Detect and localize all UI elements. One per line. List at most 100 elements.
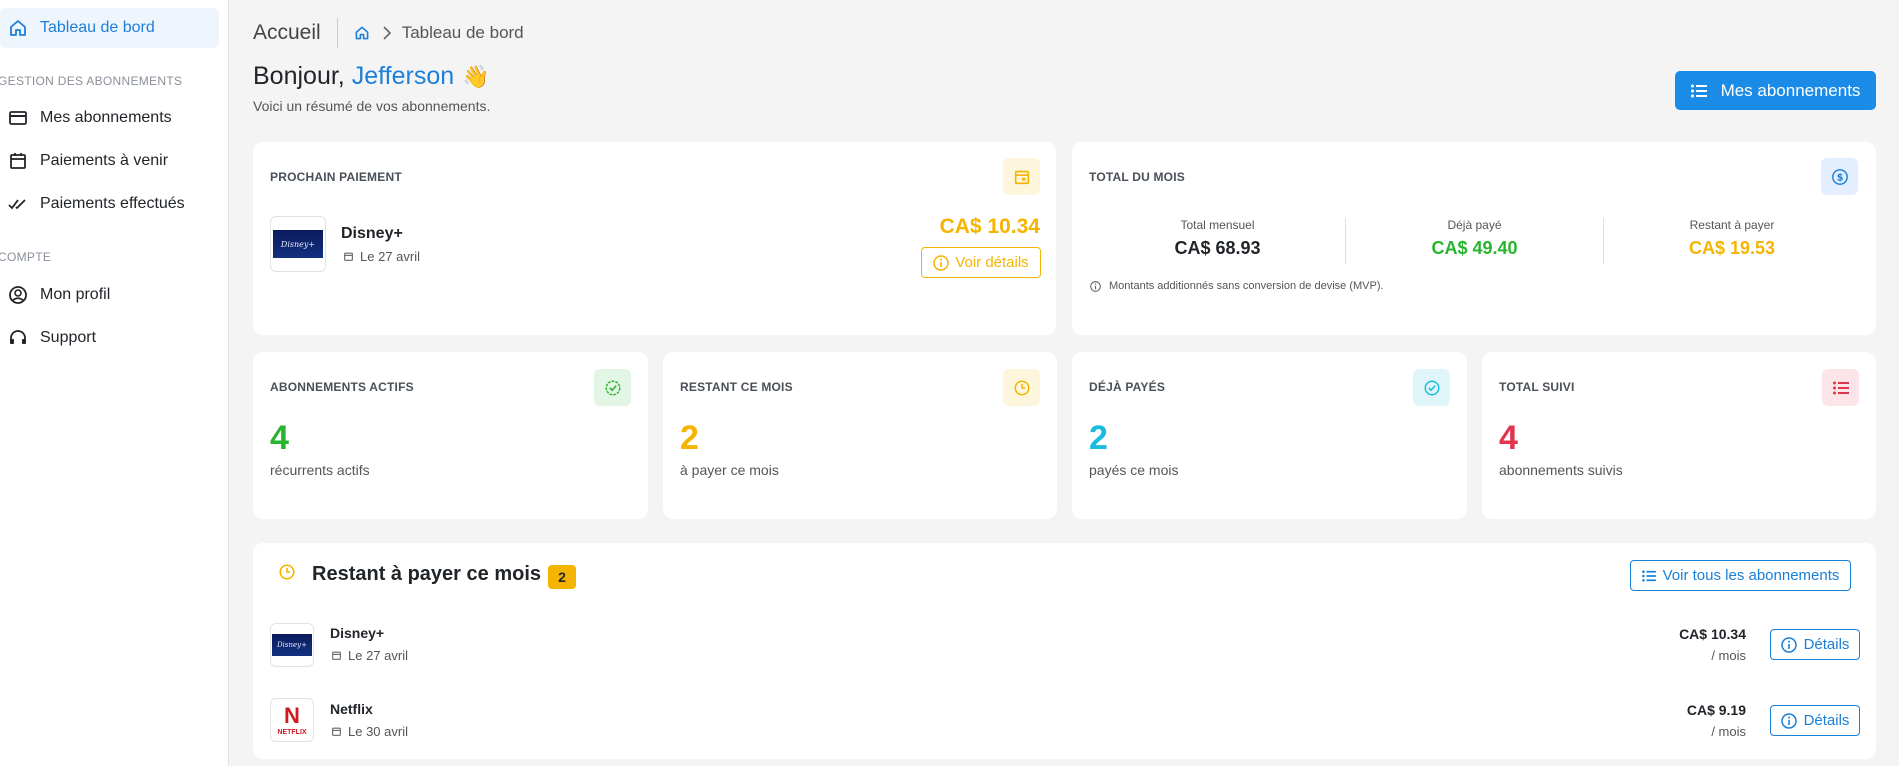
stat-value: 4 xyxy=(1499,419,1518,457)
stat-label: Restant à payer xyxy=(1689,218,1775,232)
sidebar-item-label: Support xyxy=(40,329,97,346)
double-check-icon xyxy=(8,194,28,214)
sidebar-item-profile[interactable]: Mon profil xyxy=(0,275,110,315)
breadcrumb-current: Tableau de bord xyxy=(401,23,524,42)
button-label: Voir détails xyxy=(955,254,1029,271)
stat-card-remaining xyxy=(663,352,1057,519)
button-label: Détails xyxy=(1803,712,1850,729)
stat-desc: récurrents actifs xyxy=(270,462,370,478)
section-title: Restant à payer ce mois xyxy=(312,563,541,585)
stat-value: 2 xyxy=(1089,419,1108,457)
stat-value: CA$ 68.93 xyxy=(1174,238,1261,258)
item-amount: CA$ 9.19 xyxy=(1686,702,1746,718)
stat-label: Total mensuel xyxy=(1180,218,1255,232)
page-subtitle: Voici un résumé de vos abonnements. xyxy=(253,98,491,114)
note-text: Montants additionnés sans conversion de … xyxy=(1109,280,1384,292)
dollar-circle-icon: $ xyxy=(1821,158,1858,195)
svg-text:$: $ xyxy=(1836,172,1843,183)
stat-card-active xyxy=(253,352,648,519)
sidebar-item-upcoming-payments[interactable]: Paiements à venir xyxy=(0,141,168,181)
sidebar: Tableau de bord GESTION DES ABONNEMENTS … xyxy=(0,0,229,766)
sidebar-item-dashboard[interactable]: Tableau de bord xyxy=(0,8,219,48)
date-text: Le 27 avril xyxy=(348,648,408,663)
sidebar-item-label: Paiements à venir xyxy=(40,152,169,169)
service-name: Netflix xyxy=(330,701,373,717)
calendar-icon xyxy=(331,726,342,737)
card-title: DÉJÀ PAYÉS xyxy=(1089,380,1166,394)
clock-icon xyxy=(1003,369,1040,406)
details-button[interactable]: Détails xyxy=(1770,629,1860,660)
calendar-icon xyxy=(1003,158,1040,195)
service-logo: Disney+ xyxy=(270,623,314,667)
stat-remaining: Restant à payer CA$ 19.53 xyxy=(1604,218,1860,259)
list-icon xyxy=(1822,369,1859,406)
stat-value: CA$ 49.40 xyxy=(1431,238,1518,258)
item-period: / mois xyxy=(1711,724,1746,739)
netflix-logo-word: NETFLIX xyxy=(277,728,307,736)
calendar-icon xyxy=(343,251,354,262)
stat-desc: abonnements suivis xyxy=(1499,462,1623,478)
list-icon xyxy=(1690,84,1707,98)
sidebar-item-subscriptions[interactable]: Mes abonnements xyxy=(0,98,172,138)
stat-total-monthly: Total mensuel CA$ 68.93 xyxy=(1090,218,1345,259)
sidebar-item-label: Paiements effectués xyxy=(40,195,185,212)
stat-label: Déjà payé xyxy=(1447,218,1502,232)
greeting-text: Bonjour, xyxy=(253,62,345,90)
check-circle-icon xyxy=(1413,369,1450,406)
sidebar-item-label: Mes abonnements xyxy=(40,109,172,126)
button-label: Mes abonnements xyxy=(1720,80,1861,100)
stat-desc: à payer ce mois xyxy=(680,462,779,478)
sidebar-item-support[interactable]: Support xyxy=(0,318,96,358)
breadcrumb-root[interactable]: Accueil xyxy=(253,18,338,48)
stat-value: 2 xyxy=(680,419,699,457)
sidebar-item-payments-done[interactable]: Paiements effectués xyxy=(0,184,185,224)
stat-value: 4 xyxy=(270,419,289,457)
details-button[interactable]: Détails xyxy=(1770,705,1860,736)
card-title: TOTAL DU MOIS xyxy=(1089,170,1185,184)
headset-icon xyxy=(8,328,28,348)
stat-card-total xyxy=(1482,352,1876,519)
currency-note: Montants additionnés sans conversion de … xyxy=(1090,280,1384,292)
calendar-icon xyxy=(8,151,28,171)
item-amount: CA$ 10.34 xyxy=(1679,626,1746,642)
user-name: Jefferson xyxy=(351,62,455,90)
card-title: PROCHAIN PAIEMENT xyxy=(270,170,402,184)
nav-section-subscriptions: GESTION DES ABONNEMENTS xyxy=(0,74,183,88)
service-logo: Disney+ xyxy=(270,216,326,272)
service-name: Disney+ xyxy=(341,225,403,242)
view-all-subscriptions-button[interactable]: Voir tous les abonnements xyxy=(1630,560,1851,591)
info-icon xyxy=(1780,636,1797,653)
service-date: Le 27 avril xyxy=(331,648,408,663)
see-details-button[interactable]: Voir détails xyxy=(921,247,1041,278)
page-title: Bonjour, Jefferson 👋 xyxy=(253,62,490,91)
card-title: RESTANT CE MOIS xyxy=(680,380,793,394)
home-icon xyxy=(8,18,28,38)
info-icon xyxy=(1090,280,1101,292)
stat-card-paid xyxy=(1072,352,1467,519)
card-title: ABONNEMENTS ACTIFS xyxy=(270,380,414,394)
stat-already-paid: Déjà payé CA$ 49.40 xyxy=(1346,218,1603,259)
next-payment-amount: CA$ 10.34 xyxy=(939,215,1040,238)
my-subscriptions-button[interactable]: Mes abonnements xyxy=(1675,71,1876,110)
item-period: / mois xyxy=(1711,648,1746,663)
service-date: Le 30 avril xyxy=(331,724,408,739)
service-date: Le 27 avril xyxy=(343,249,420,264)
date-text: Le 30 avril xyxy=(348,724,408,739)
clock-icon xyxy=(278,563,296,586)
user-circle-icon xyxy=(8,285,28,305)
nav-section-account: COMPTE xyxy=(0,250,52,264)
check-badge-icon xyxy=(594,369,631,406)
chevron-right-icon xyxy=(382,26,392,40)
count-badge: 2 xyxy=(548,565,576,589)
home-icon[interactable] xyxy=(354,25,370,41)
wave-emoji: 👋 xyxy=(462,63,490,89)
service-logo: N NETFLIX xyxy=(270,698,314,742)
stat-value: CA$ 19.53 xyxy=(1688,238,1776,258)
date-text: Le 27 avril xyxy=(360,249,420,264)
info-icon xyxy=(933,254,950,271)
netflix-logo: N NETFLIX xyxy=(277,704,307,736)
sidebar-item-label: Mon profil xyxy=(40,286,111,303)
button-label: Détails xyxy=(1803,636,1850,653)
card-title: TOTAL SUIVI xyxy=(1499,380,1575,394)
disney-logo: Disney+ xyxy=(272,634,312,656)
